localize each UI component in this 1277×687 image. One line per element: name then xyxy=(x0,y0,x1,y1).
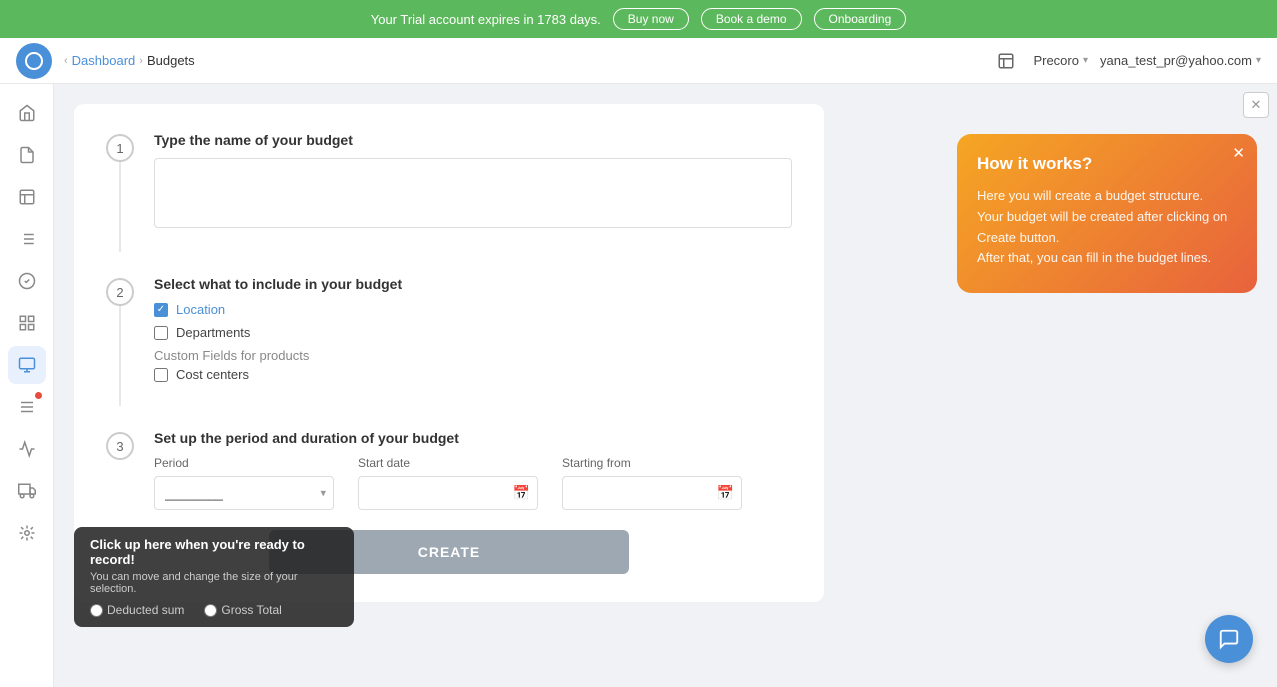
breadcrumb-sep: › xyxy=(139,55,143,67)
org-dropdown[interactable]: Precoro ▾ xyxy=(1033,53,1088,68)
breadcrumb: ‹ Dashboard › Budgets xyxy=(64,53,991,68)
step-divider-2 xyxy=(119,306,121,406)
period-row: Period ________ Monthly Quarterly Yearly… xyxy=(154,456,792,510)
starting-from-label: Starting from xyxy=(562,456,742,470)
step-1-number: 1 xyxy=(106,134,134,162)
step-1-section: 1 Type the name of your budget xyxy=(106,132,792,252)
tooltip-bubble: Click up here when you're ready to recor… xyxy=(74,527,354,627)
gross-total-option[interactable]: Gross Total xyxy=(204,603,281,617)
tooltip-title: Click up here when you're ready to recor… xyxy=(90,537,338,567)
chat-button[interactable] xyxy=(1205,615,1253,663)
sidebar-item-budgets[interactable] xyxy=(8,346,46,384)
start-date-field: Start date 📅 xyxy=(358,456,538,510)
breadcrumb-home[interactable]: Dashboard xyxy=(72,53,136,68)
deducted-sum-radio[interactable] xyxy=(90,604,103,617)
tooltip-subtitle: You can move and change the size of your… xyxy=(90,571,338,595)
buy-now-button[interactable]: Buy now xyxy=(613,8,689,30)
starting-from-field: Starting from 📅 xyxy=(562,456,742,510)
step-3-title: Set up the period and duration of your b… xyxy=(154,430,792,446)
sidebar-item-approvals[interactable] xyxy=(8,262,46,300)
step-1-title: Type the name of your budget xyxy=(154,132,792,148)
breadcrumb-current: Budgets xyxy=(147,53,195,68)
trial-banner: Your Trial account expires in 1783 days.… xyxy=(0,0,1277,38)
sidebar-item-lists[interactable] xyxy=(8,388,46,426)
how-it-works-close-button[interactable]: ✕ xyxy=(1232,144,1245,162)
period-label: Period xyxy=(154,456,334,470)
chevron-left-icon: ‹ xyxy=(64,55,68,67)
step-2-section: 2 Select what to include in your budget … xyxy=(106,276,792,406)
sidebar-item-orders[interactable] xyxy=(8,178,46,216)
step-divider-1 xyxy=(119,162,121,252)
cost-centers-checkbox[interactable] xyxy=(154,368,168,382)
app-layout: ✕ 1 Type the name of your budget 2 xyxy=(0,84,1277,687)
period-select-wrapper: ________ Monthly Quarterly Yearly ▾ xyxy=(154,476,334,510)
user-chevron-icon: ▾ xyxy=(1256,55,1261,66)
step-2-number: 2 xyxy=(106,278,134,306)
sidebar-item-requests[interactable] xyxy=(8,136,46,174)
sidebar-item-list[interactable] xyxy=(8,220,46,258)
sidebar-item-home[interactable] xyxy=(8,94,46,132)
cost-centers-checkbox-row: Cost centers xyxy=(154,367,792,382)
step-2-content: Select what to include in your budget ✓ … xyxy=(154,276,792,406)
gross-total-radio[interactable] xyxy=(204,604,217,617)
sidebar-item-delivery[interactable] xyxy=(8,472,46,510)
user-dropdown[interactable]: yana_test_pr@yahoo.com ▾ xyxy=(1100,53,1261,68)
book-demo-button[interactable]: Book a demo xyxy=(701,8,802,30)
gross-total-label: Gross Total xyxy=(221,603,281,617)
start-date-input[interactable] xyxy=(358,476,538,510)
step-3-section: 3 Set up the period and duration of your… xyxy=(106,430,792,510)
deducted-sum-option[interactable]: Deducted sum xyxy=(90,603,184,617)
badge-icon xyxy=(35,392,42,399)
onboarding-button[interactable]: Onboarding xyxy=(814,8,907,30)
deducted-sum-label: Deducted sum xyxy=(107,603,184,617)
period-field: Period ________ Monthly Quarterly Yearly… xyxy=(154,456,334,510)
location-checkbox-row: ✓ Location xyxy=(154,302,792,317)
notifications-icon[interactable] xyxy=(991,46,1021,76)
start-date-wrapper: 📅 xyxy=(358,476,538,510)
banner-text: Your Trial account expires in 1783 days. xyxy=(371,12,601,27)
step-3-content: Set up the period and duration of your b… xyxy=(154,430,792,510)
departments-checkbox-row: Departments xyxy=(154,325,792,340)
logo-icon xyxy=(25,52,43,70)
starting-from-calendar-icon[interactable]: 📅 xyxy=(717,485,734,502)
starting-from-input[interactable] xyxy=(562,476,742,510)
sidebar xyxy=(0,84,54,687)
user-email: yana_test_pr@yahoo.com xyxy=(1100,53,1252,68)
start-date-calendar-icon[interactable]: 📅 xyxy=(513,485,530,502)
start-date-label: Start date xyxy=(358,456,538,470)
step-1-content: Type the name of your budget xyxy=(154,132,792,252)
how-it-works-title: How it works? xyxy=(977,154,1237,174)
departments-label: Departments xyxy=(176,325,250,340)
location-checked-icon: ✓ xyxy=(154,303,168,317)
period-select[interactable]: ________ Monthly Quarterly Yearly xyxy=(154,476,334,510)
header-right: Precoro ▾ yana_test_pr@yahoo.com ▾ xyxy=(991,46,1261,76)
how-it-works-card: ✕ How it works? Here you will create a b… xyxy=(957,134,1257,293)
main-content: ✕ 1 Type the name of your budget 2 xyxy=(54,84,1277,687)
custom-fields-label: Custom Fields for products xyxy=(154,348,792,363)
cost-centers-label: Cost centers xyxy=(176,367,249,382)
org-chevron-icon: ▾ xyxy=(1083,55,1088,66)
header: ‹ Dashboard › Budgets Precoro ▾ yana_tes… xyxy=(0,38,1277,84)
how-it-works-body: Here you will create a budget structure.… xyxy=(977,186,1237,269)
budget-name-input[interactable] xyxy=(154,158,792,228)
org-name: Precoro xyxy=(1033,53,1079,68)
sidebar-item-integrations[interactable] xyxy=(8,514,46,552)
sidebar-item-analytics[interactable] xyxy=(8,430,46,468)
departments-checkbox[interactable] xyxy=(154,326,168,340)
sidebar-item-catalog[interactable] xyxy=(8,304,46,342)
starting-from-wrapper: 📅 xyxy=(562,476,742,510)
step-2-title: Select what to include in your budget xyxy=(154,276,792,292)
step-3-number: 3 xyxy=(106,432,134,460)
location-label: Location xyxy=(176,302,225,317)
logo xyxy=(16,43,52,79)
main-close-button[interactable]: ✕ xyxy=(1243,92,1269,118)
